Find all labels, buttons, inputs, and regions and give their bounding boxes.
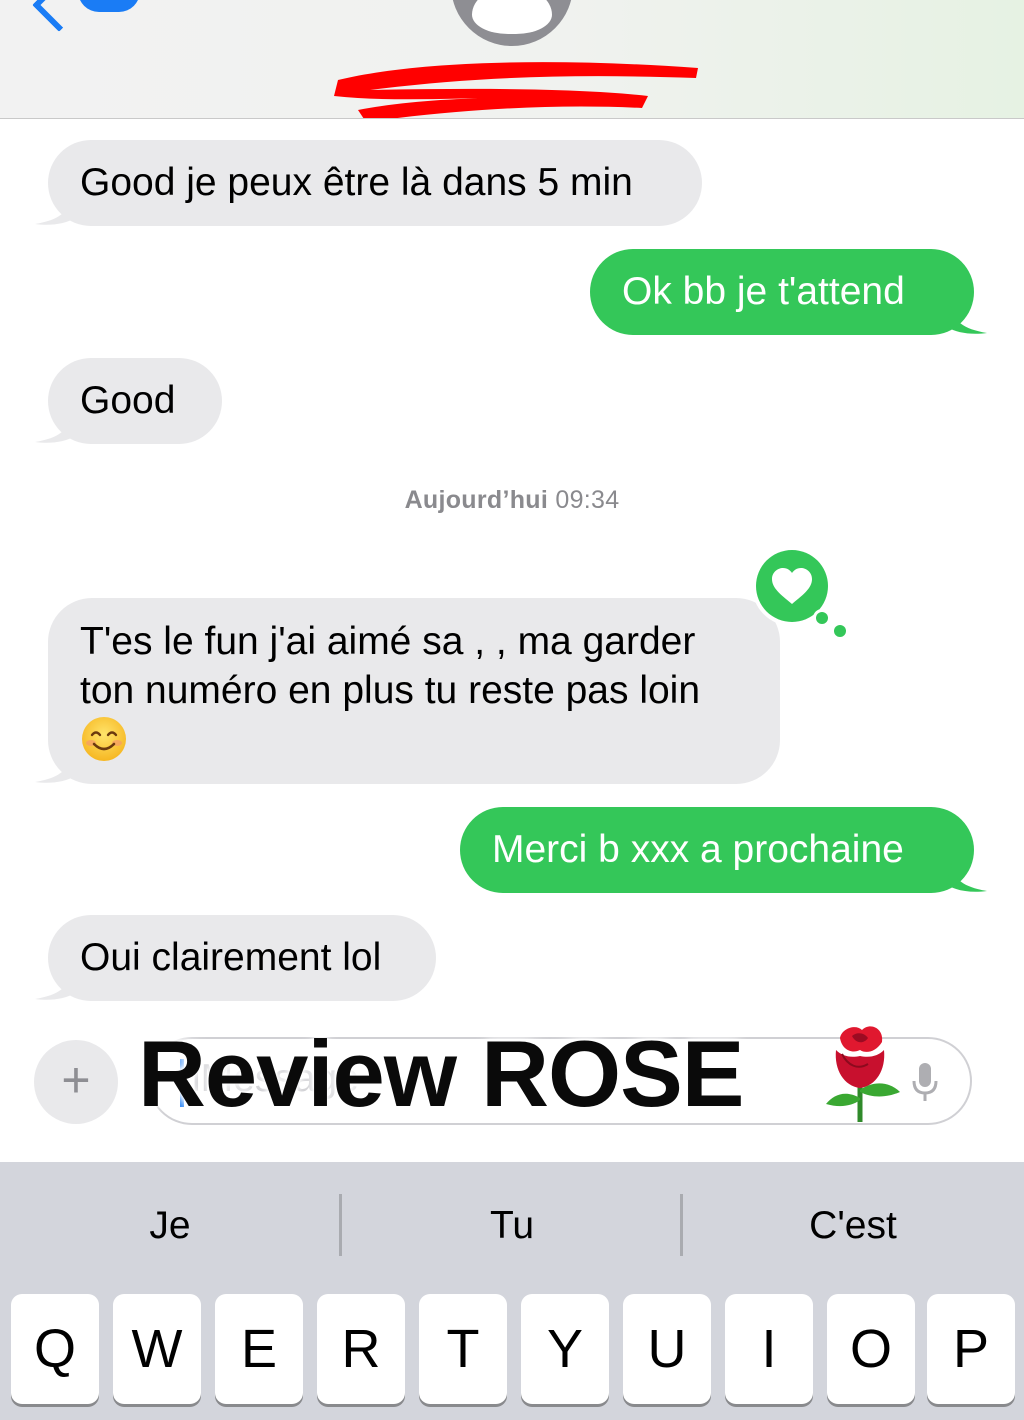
key-i[interactable]: I [725,1294,813,1404]
bubble-tail [947,305,987,334]
keyboard: Je Tu C'est Q W E R T Y U I O P [0,1162,1024,1420]
bubble-tail [35,414,75,443]
timestamp: Aujourd’hui 09:34 [0,486,1024,515]
conversation-header [0,0,1024,119]
timestamp-day: Aujourd’hui [404,486,549,514]
suggestion-je[interactable]: Je [0,1162,340,1290]
incoming-message[interactable]: Good je peux être là dans 5 min [35,140,702,226]
message-text: Merci b xxx a prochaine [492,828,904,871]
incoming-message[interactable]: Good [35,358,222,444]
key-q[interactable]: Q [11,1294,99,1404]
message-text: Good [80,379,176,422]
smiling-face-emoji [80,715,128,775]
rose-icon [826,1026,900,1122]
message-text: Ok bb je t'attend [622,270,905,313]
redaction-scribble [334,62,698,118]
bubble-tail [35,754,75,783]
bubble-tail [35,196,75,225]
bubble-tail [947,863,987,892]
incoming-message[interactable]: T'es le fun j'ai aimé sa , , ma garder t… [35,598,780,784]
heart-tapback[interactable] [752,544,848,640]
overlay-caption: Review ROSE [138,1021,744,1126]
message-text: Good je peux être là dans 5 min [80,161,633,204]
key-u[interactable]: U [623,1294,711,1404]
key-o[interactable]: O [827,1294,915,1404]
suggestion-tu[interactable]: Tu [342,1162,682,1290]
outgoing-message[interactable]: Merci b xxx a prochaine [460,807,987,893]
key-t[interactable]: T [419,1294,507,1404]
message-text: T'es le fun j'ai aimé sa , , ma garder t… [80,620,701,712]
contact-avatar[interactable] [451,0,573,46]
suggestion-cest[interactable]: C'est [683,1162,1023,1290]
key-r[interactable]: R [317,1294,405,1404]
plus-icon[interactable]: + [34,1040,118,1124]
key-w[interactable]: W [113,1294,201,1404]
incoming-message[interactable]: Oui clairement lol [35,915,436,1001]
outgoing-message[interactable]: Ok bb je t'attend [590,249,987,335]
key-y[interactable]: Y [521,1294,609,1404]
key-e[interactable]: E [215,1294,303,1404]
mic-icon[interactable] [910,1061,940,1103]
unread-count-badge[interactable] [78,0,140,12]
back-chevron-icon[interactable] [32,0,86,32]
key-p[interactable]: P [927,1294,1015,1404]
bubble-tail [35,971,75,1000]
timestamp-time: 09:34 [555,486,620,514]
message-text: Oui clairement lol [80,936,382,979]
